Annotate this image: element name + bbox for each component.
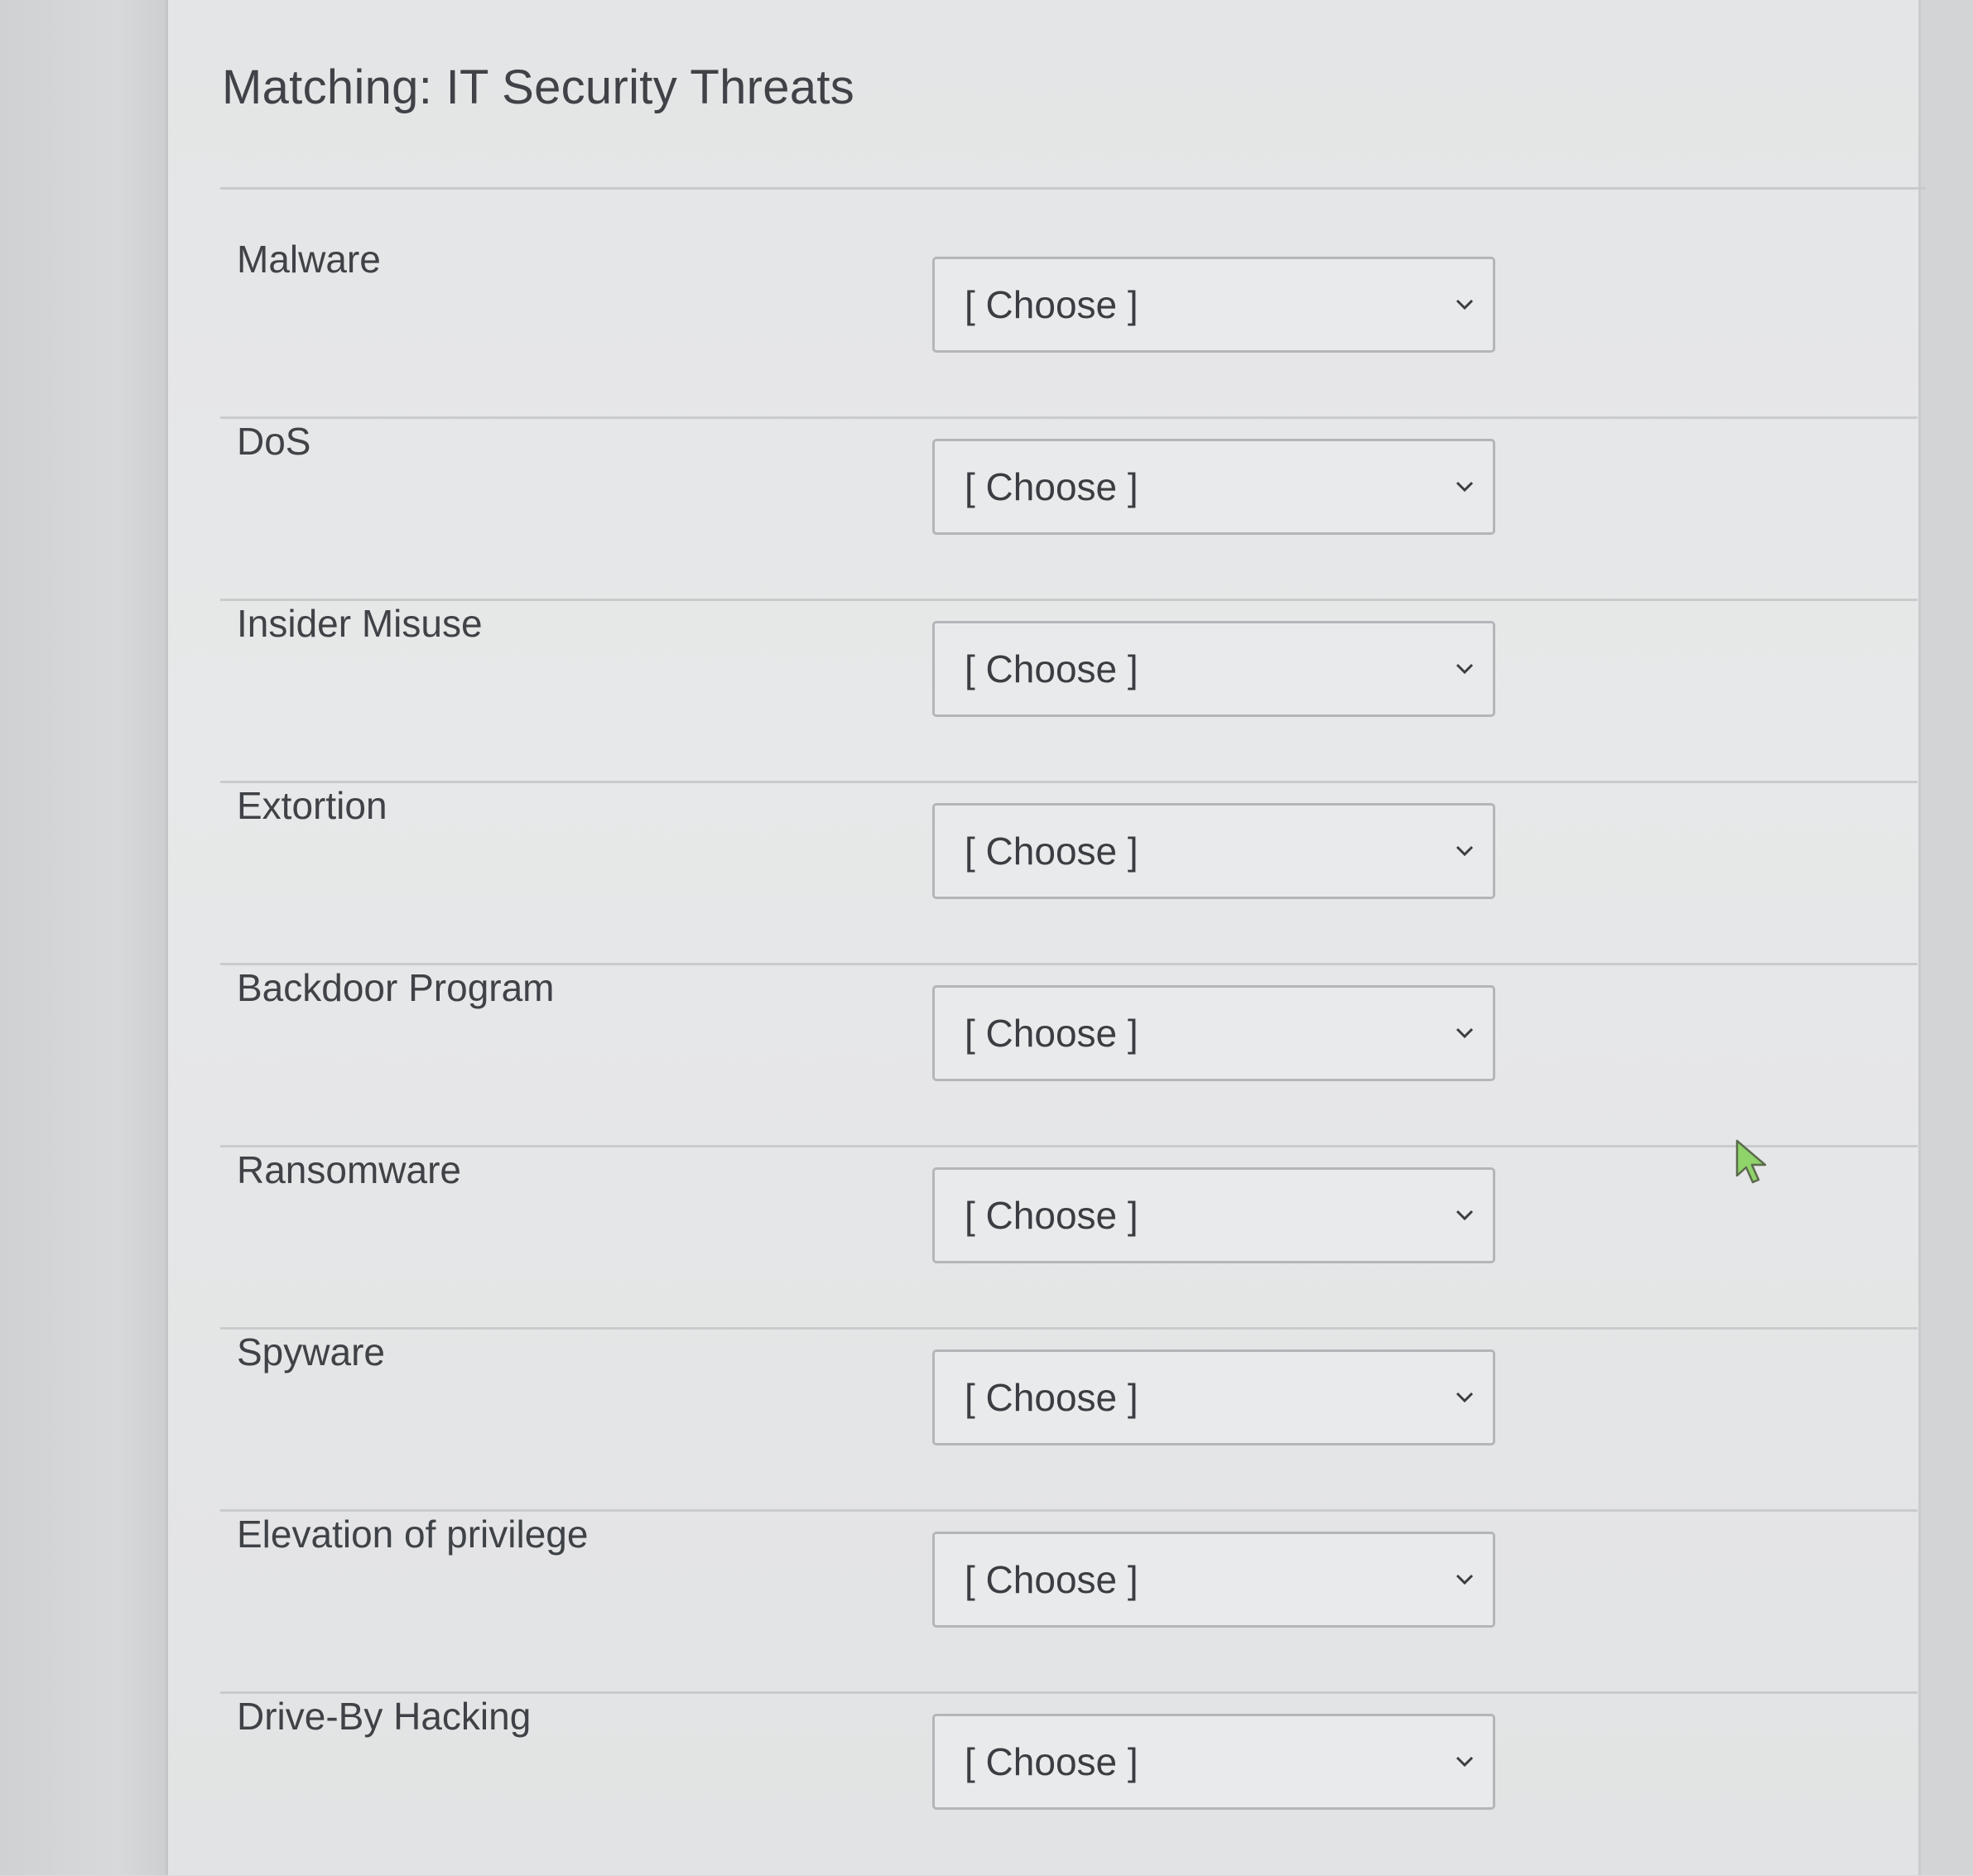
match-row: DoS [ Choose ]: [220, 419, 1918, 601]
match-term: Spyware: [237, 1330, 385, 1373]
match-row: Insider Misuse [ Choose ]: [220, 601, 1918, 783]
chevron-down-icon: [1455, 1022, 1475, 1042]
background-left: [0, 0, 166, 1875]
title-divider: [220, 187, 1926, 190]
background-right: [1921, 0, 1973, 1875]
match-row: Backdoor Program [ Choose ]: [220, 965, 1918, 1147]
chevron-down-icon: [1455, 1569, 1475, 1589]
chevron-down-icon: [1455, 1751, 1475, 1771]
answer-select[interactable]: [ Choose ]: [932, 803, 1495, 899]
chevron-down-icon: [1455, 658, 1475, 678]
answer-select[interactable]: [ Choose ]: [932, 1714, 1495, 1810]
answer-select[interactable]: [ Choose ]: [932, 1532, 1495, 1628]
answer-select[interactable]: [ Choose ]: [932, 1167, 1495, 1263]
chevron-down-icon: [1455, 1387, 1475, 1407]
chevron-down-icon: [1455, 294, 1475, 314]
mouse-cursor-icon: [1735, 1139, 1770, 1186]
chevron-down-icon: [1455, 840, 1475, 860]
match-term: Backdoor Program: [237, 966, 555, 1009]
select-value: [ Choose ]: [965, 1376, 1138, 1419]
chevron-down-icon: [1455, 476, 1475, 496]
select-value: [ Choose ]: [965, 1740, 1138, 1783]
match-row: Drive-By Hacking [ Choose ]: [220, 1694, 1918, 1876]
match-term: Malware: [237, 238, 381, 281]
match-row: Elevation of privilege [ Choose ]: [220, 1512, 1918, 1694]
match-row: Extortion [ Choose ]: [220, 783, 1918, 965]
select-value: [ Choose ]: [965, 1012, 1138, 1055]
match-term: DoS: [237, 420, 311, 463]
question-title: Matching: IT Security Threats: [222, 60, 855, 114]
answer-select[interactable]: [ Choose ]: [932, 621, 1495, 717]
chevron-down-icon: [1455, 1205, 1475, 1224]
select-value: [ Choose ]: [965, 647, 1138, 690]
match-term: Insider Misuse: [237, 602, 483, 645]
answer-select[interactable]: [ Choose ]: [932, 257, 1495, 353]
match-term: Drive-By Hacking: [237, 1695, 532, 1738]
match-term: Extortion: [237, 784, 387, 827]
select-value: [ Choose ]: [965, 283, 1138, 326]
match-term: Ransomware: [237, 1148, 461, 1191]
select-value: [ Choose ]: [965, 830, 1138, 873]
match-row: Ransomware [ Choose ]: [220, 1147, 1918, 1330]
select-value: [ Choose ]: [965, 465, 1138, 508]
match-row: Malware [ Choose ]: [220, 237, 1918, 419]
answer-select[interactable]: [ Choose ]: [932, 439, 1495, 535]
select-value: [ Choose ]: [965, 1194, 1138, 1237]
match-row: Spyware [ Choose ]: [220, 1330, 1918, 1512]
match-term: Elevation of privilege: [237, 1513, 589, 1556]
answer-select[interactable]: [ Choose ]: [932, 985, 1495, 1081]
answer-select[interactable]: [ Choose ]: [932, 1349, 1495, 1445]
select-value: [ Choose ]: [965, 1558, 1138, 1601]
